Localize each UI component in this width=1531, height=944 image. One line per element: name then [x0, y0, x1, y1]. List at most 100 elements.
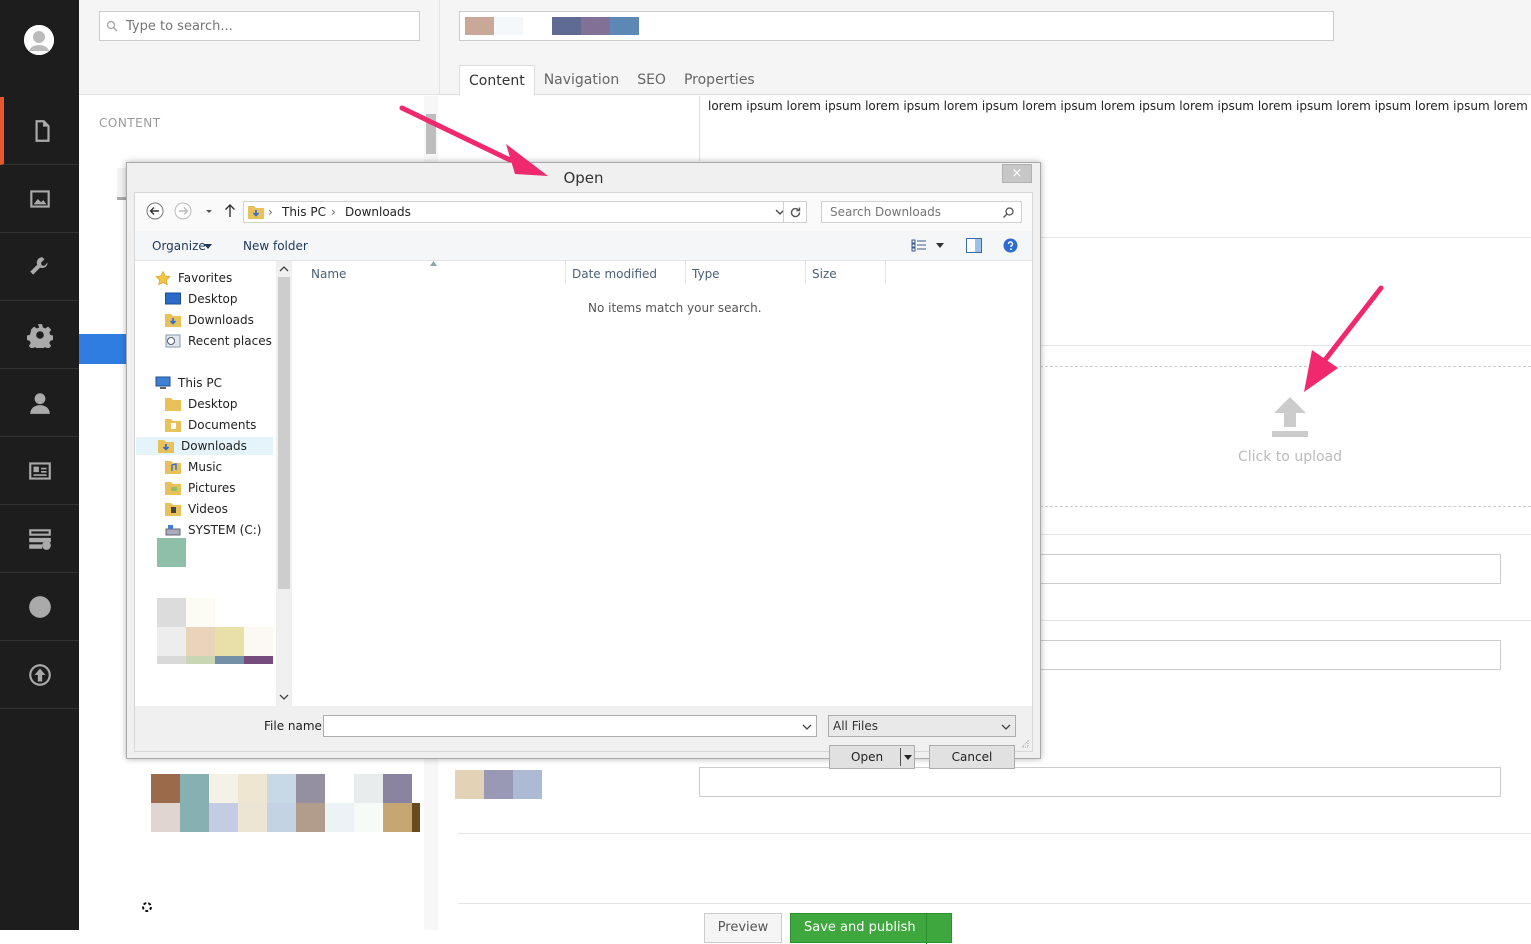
blurred-item [244, 627, 273, 656]
blurred-thumbnail [267, 774, 296, 803]
scroll-down-icon[interactable] [279, 693, 289, 701]
resize-grip-icon[interactable] [1021, 740, 1029, 748]
dialog-toolbar: Organize New folder [135, 231, 1032, 261]
this-pc-pictures[interactable]: Pictures [165, 479, 236, 497]
this-pc-desktop[interactable]: Desktop [165, 395, 238, 413]
save-options-caret[interactable] [926, 914, 951, 944]
column-size[interactable]: Size [812, 267, 837, 281]
favorites-downloads[interactable]: Downloads [165, 311, 254, 329]
nav-translation[interactable] [0, 573, 79, 641]
section-label: CONTENT [99, 116, 161, 130]
scroll-up-icon[interactable] [279, 265, 289, 273]
this-pc-music[interactable]: Music [165, 458, 222, 476]
form-icon [28, 528, 51, 550]
text-field[interactable] [1040, 554, 1501, 584]
rich-text-content[interactable]: lorem ipsum lorem ipsum lorem ipsum lore… [708, 99, 1531, 113]
view-options-icon[interactable] [911, 239, 927, 252]
divider [699, 96, 700, 161]
organize-menu[interactable]: Organize [152, 239, 206, 253]
this-pc-pictures-label: Pictures [188, 481, 236, 495]
tab-seo[interactable]: SEO [628, 65, 675, 96]
dialog-title: Open [563, 169, 604, 187]
nav-media[interactable] [0, 165, 79, 233]
text-field[interactable] [1040, 640, 1501, 670]
blurred-thumbnail [209, 774, 238, 803]
blurred-name [610, 17, 639, 35]
pictures-folder-icon [165, 482, 181, 495]
this-pc-header[interactable]: This PC [155, 374, 222, 392]
main-navigation [0, 0, 79, 930]
tab-content[interactable]: Content [459, 65, 535, 96]
new-folder-button[interactable]: New folder [243, 239, 308, 253]
music-folder-icon [165, 461, 181, 474]
open-button[interactable]: Open [829, 745, 915, 769]
blurred-thumbnail [383, 803, 412, 832]
image-icon [29, 189, 50, 208]
blurred-item [157, 656, 186, 664]
chevron-down-icon [1001, 724, 1011, 730]
column-type[interactable]: Type [692, 267, 720, 281]
favorites-recent-places[interactable]: Recent places [165, 332, 272, 350]
preview-button[interactable]: Preview [704, 913, 782, 943]
up-icon[interactable] [220, 201, 240, 221]
this-pc-videos[interactable]: Videos [165, 500, 228, 518]
this-pc-documents[interactable]: Documents [165, 416, 256, 434]
nav-settings[interactable] [0, 233, 79, 301]
tab-properties[interactable]: Properties [675, 65, 764, 96]
back-icon[interactable] [145, 201, 165, 221]
nav-developer[interactable] [0, 301, 79, 369]
blurred-item [215, 656, 244, 664]
nav-deploy[interactable] [0, 641, 79, 709]
nav-members[interactable] [0, 437, 79, 505]
search-input[interactable] [124, 16, 414, 36]
chevron-down-icon[interactable] [802, 723, 812, 731]
column-date-modified[interactable]: Date modified [572, 267, 657, 281]
nav-users[interactable] [0, 369, 79, 437]
tree-node-selected[interactable] [79, 334, 126, 364]
upload-dropzone[interactable]: Click to upload [1210, 395, 1370, 465]
file-list-pane: Name Date modified Type Size No items ma… [292, 261, 1032, 706]
text-field[interactable] [699, 767, 1501, 797]
dialog-close-button[interactable]: × [1002, 164, 1032, 183]
refresh-button[interactable] [783, 201, 807, 223]
view-caret-icon[interactable] [936, 243, 944, 248]
blurred-thumbnail [354, 774, 383, 803]
column-separator[interactable] [685, 261, 686, 283]
address-bar[interactable]: › This PC › Downloads [243, 201, 790, 223]
divider [458, 833, 1531, 834]
nav-content[interactable] [0, 97, 79, 165]
help-icon[interactable] [1003, 238, 1018, 253]
this-pc-downloads-selected[interactable]: Downloads [136, 437, 273, 455]
open-options-caret-icon[interactable] [904, 755, 912, 760]
breadcrumb-downloads[interactable]: Downloads [345, 205, 411, 219]
breadcrumb-this-pc[interactable]: This PC [282, 205, 326, 219]
column-name[interactable]: Name [311, 267, 346, 281]
column-separator[interactable] [885, 261, 886, 283]
search-box[interactable] [99, 11, 420, 41]
nav-forms[interactable] [0, 505, 79, 573]
recent-locations-icon[interactable] [199, 201, 219, 221]
wrench-icon [29, 256, 48, 275]
file-type-select[interactable]: All Files [828, 715, 1016, 737]
open-button-label: Open [851, 750, 884, 764]
preview-pane-icon[interactable] [966, 238, 982, 253]
favorites-desktop[interactable]: Desktop [165, 290, 238, 308]
column-separator[interactable] [805, 261, 806, 283]
file-name-combobox[interactable] [323, 715, 817, 737]
navigation-pane-scrollbar[interactable] [276, 261, 292, 706]
this-pc-system-drive[interactable]: SYSTEM (C:) [165, 521, 261, 539]
upload-arrow-icon [1272, 397, 1308, 437]
column-separator[interactable] [565, 261, 566, 283]
avatar[interactable] [24, 25, 54, 55]
dialog-search-input[interactable] [828, 204, 998, 220]
folder-icon [165, 398, 181, 411]
this-pc-videos-label: Videos [188, 502, 228, 516]
dialog-search-box[interactable] [821, 201, 1022, 223]
node-name-field[interactable] [459, 11, 1334, 41]
save-and-publish-button[interactable]: Save and publish [790, 913, 952, 944]
downloads-folder-icon [158, 440, 174, 453]
favorites-header[interactable]: Favorites [155, 269, 232, 287]
tab-navigation[interactable]: Navigation [535, 65, 629, 96]
cancel-button[interactable]: Cancel [929, 745, 1015, 769]
forward-icon[interactable] [173, 201, 193, 221]
